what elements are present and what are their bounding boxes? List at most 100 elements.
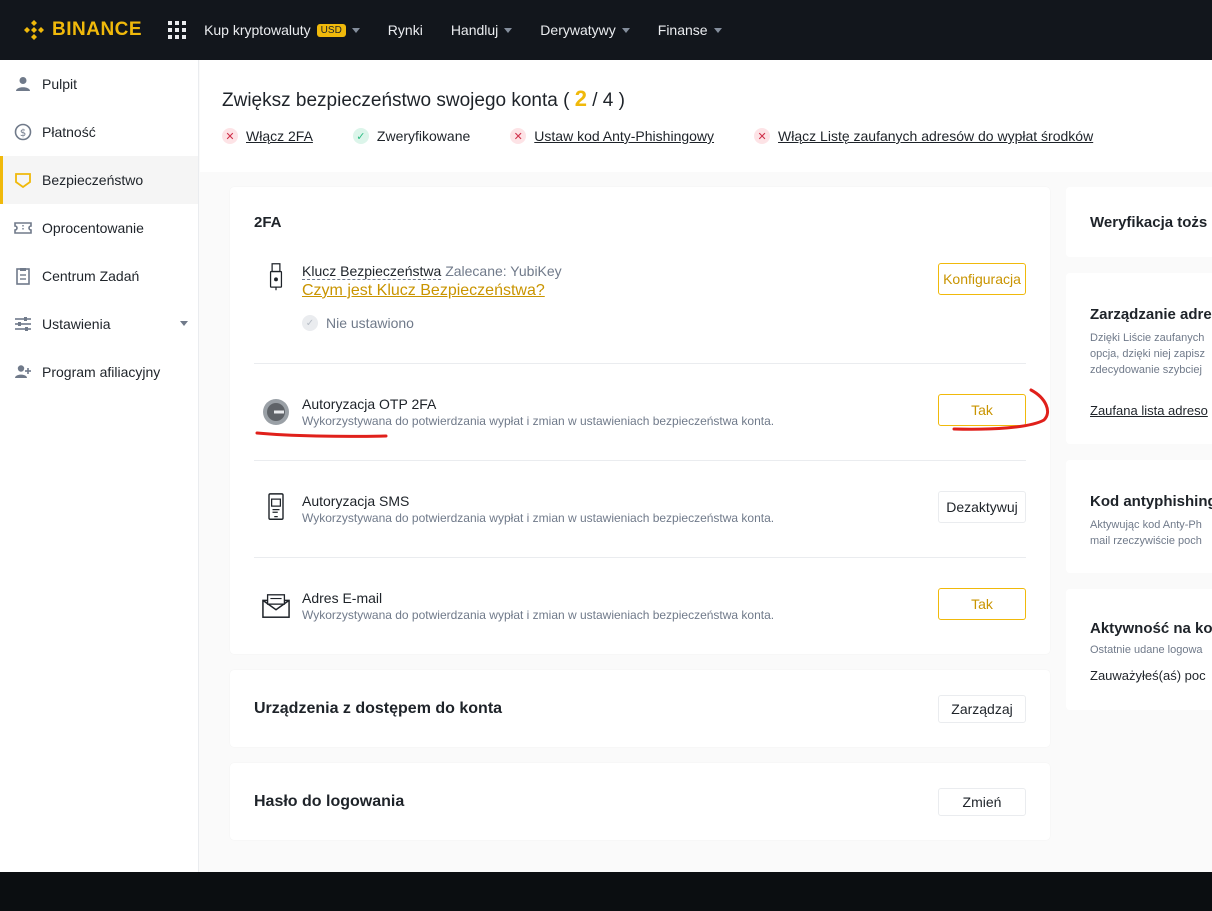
sidebar-item-label: Pulpit — [42, 76, 78, 92]
email-description: Wykorzystywana do potwierdzania wypłat i… — [302, 608, 775, 622]
divider — [254, 557, 1026, 558]
sidebar-item-label: Bezpieczeństwo — [42, 172, 144, 188]
security-key-row: Klucz Bezpieczeństwa Zalecane: YubiKey C… — [254, 261, 1026, 351]
security-key-label: Klucz Bezpieczeństwa — [302, 263, 442, 280]
ticket-icon — [14, 222, 32, 234]
nav-trade[interactable]: Handluj — [450, 22, 513, 38]
what-is-security-key-link[interactable]: Czym jest Klucz Bezpieczeństwa? — [302, 282, 545, 300]
address-desc-3: zdecydowanie szybciej — [1090, 364, 1202, 376]
check-label: Włącz 2FA — [246, 128, 313, 144]
address-management-card: Zarządzanie adre Dzięki Liście zaufanych… — [1066, 273, 1212, 444]
sidebar-item-security[interactable]: Bezpieczeństwo — [0, 156, 198, 204]
check-anti-phishing[interactable]: ✕ Ustaw kod Anty-Phishingowy — [510, 128, 714, 144]
nav-label: Derywatywy — [540, 22, 616, 38]
usd-badge: USD — [316, 23, 346, 37]
check-icon: ✓ — [352, 128, 369, 144]
change-password-button[interactable]: Zmień — [938, 788, 1026, 816]
twofa-title: 2FA — [254, 214, 282, 231]
sidebar-item-task-center[interactable]: Centrum Zadań — [0, 252, 198, 300]
sidebar-item-affiliate[interactable]: Program afiliacyjny — [0, 348, 198, 396]
completed-count: 2 — [574, 86, 587, 111]
sidebar-item-settings[interactable]: Ustawienia — [0, 300, 198, 348]
sidebar: Pulpit $ Płatność Bezpieczeństwo Oprocen… — [0, 60, 199, 872]
main-nav: Kup kryptowaluty USD Rynki Handluj Deryw… — [204, 22, 750, 38]
recommended-text: Zalecane: YubiKey — [445, 263, 562, 279]
user-icon — [16, 77, 30, 91]
binance-logo-icon — [24, 20, 44, 40]
address-title: Zarządzanie adre — [1090, 306, 1212, 323]
check-whitelist[interactable]: ✕ Włącz Listę zaufanych adresów do wypła… — [754, 128, 1093, 144]
nav-label: Rynki — [387, 22, 423, 38]
top-navbar: BINANCE Kup kryptowaluty USD Rynki Handl… — [0, 0, 1212, 60]
activity-note: Zauważyłeś(aś) poc — [1090, 668, 1206, 683]
status-text: Nie ustawiono — [326, 315, 414, 331]
nav-finance[interactable]: Finanse — [658, 22, 722, 38]
nav-label: Handluj — [450, 22, 499, 38]
security-header: Zwiększ bezpieczeństwo swojego konta ( 2… — [200, 60, 1212, 172]
chevron-down-icon — [621, 27, 630, 33]
manage-devices-button[interactable]: Zarządzaj — [938, 695, 1026, 723]
nav-label: Finanse — [657, 22, 708, 38]
password-card: Hasło do logowania Zmień — [230, 763, 1050, 840]
nav-label: Kup kryptowaluty — [204, 22, 311, 38]
sms-description: Wykorzystywana do potwierdzania wypłat i… — [302, 511, 775, 525]
close-icon: ✕ — [222, 128, 238, 144]
email-enable-button[interactable]: Tak — [938, 588, 1026, 620]
email-row: Adres E-mail Wykorzystywana do potwierdz… — [254, 588, 1026, 628]
antiphishing-card: Kod antyphishing Aktywując kod Anty-Ph m… — [1066, 460, 1212, 573]
nav-markets[interactable]: Rynki — [388, 22, 423, 38]
account-activity-card: Aktywność na ko Ostatnie udane logowa Za… — [1066, 589, 1212, 710]
otp-title: Autoryzacja OTP 2FA — [302, 396, 437, 412]
sms-deactivate-button[interactable]: Dezaktywuj — [938, 491, 1026, 523]
twofa-card: 2FA Klucz Bezpieczeństwa Zalecane: YubiK… — [230, 187, 1050, 654]
activity-desc: Ostatnie udane logowa — [1090, 644, 1203, 656]
chevron-down-icon — [713, 27, 722, 33]
close-icon: ✕ — [510, 128, 527, 144]
total-count: / 4 ) — [592, 90, 625, 111]
brand-name: BINANCE — [52, 19, 143, 40]
email-title: Adres E-mail — [302, 590, 383, 606]
otp-2fa-row: Autoryzacja OTP 2FA Wykorzystywana do po… — [254, 394, 1026, 434]
page-title-text: Zwiększ bezpieczeństwo swojego konta ( — [222, 90, 570, 111]
check-label: Ustaw kod Anty-Phishingowy — [534, 128, 715, 144]
shield-icon — [15, 173, 31, 189]
phone-sms-icon — [268, 493, 284, 520]
nav-buy-crypto[interactable]: Kup kryptowaluty USD — [204, 22, 360, 38]
antiphishing-desc-2: mail rzeczywiście poch — [1090, 535, 1202, 547]
sidebar-item-payment[interactable]: $ Płatność — [0, 108, 198, 156]
divider — [254, 460, 1026, 461]
sidebar-item-label: Oprocentowanie — [42, 220, 144, 236]
envelope-icon — [262, 594, 290, 618]
authenticator-icon — [263, 399, 289, 425]
address-desc-1: Dzięki Liście zaufanych — [1090, 332, 1205, 344]
configure-button[interactable]: Konfiguracja — [938, 263, 1026, 295]
footer-bar — [0, 872, 1212, 911]
antiphishing-title: Kod antyphishing — [1090, 493, 1212, 510]
sidebar-item-label: Centrum Zadań — [42, 268, 140, 284]
password-title: Hasło do logowania — [254, 793, 405, 810]
divider — [254, 363, 1026, 364]
chevron-down-icon — [180, 321, 188, 326]
binance-logo[interactable]: BINANCE — [22, 18, 142, 42]
check-label: Włącz Listę zaufanych adresów do wypłat … — [778, 128, 1094, 144]
identity-verification-card[interactable]: Weryfikacja tożs — [1066, 187, 1212, 257]
sidebar-item-interest[interactable]: Oprocentowanie — [0, 204, 198, 252]
add-user-icon — [15, 365, 31, 378]
apps-grid-icon[interactable] — [168, 21, 187, 39]
sms-title: Autoryzacja SMS — [302, 493, 410, 509]
nav-derivatives[interactable]: Derywatywy — [540, 22, 630, 38]
security-key-title: Klucz Bezpieczeństwa Zalecane: YubiKey — [302, 263, 562, 280]
security-checklist: ✕ Włącz 2FA ✓ Zweryfikowane ✕ Ustaw kod … — [222, 128, 1133, 144]
activity-title: Aktywność na ko — [1090, 620, 1212, 637]
sidebar-item-label: Program afiliacyjny — [42, 364, 161, 380]
otp-enable-button[interactable]: Tak — [938, 394, 1026, 426]
dollar-icon: $ — [14, 123, 32, 141]
check-enable-2fa[interactable]: ✕ Włącz 2FA — [222, 128, 313, 144]
devices-title: Urządzenia z dostępem do konta — [254, 700, 503, 717]
otp-description: Wykorzystywana do potwierdzania wypłat i… — [302, 414, 775, 428]
close-icon: ✕ — [754, 128, 771, 144]
whitelist-link[interactable]: Zaufana lista adreso — [1090, 403, 1208, 418]
chevron-down-icon — [504, 27, 513, 33]
antiphishing-desc-1: Aktywując kod Anty-Ph — [1090, 519, 1202, 531]
sidebar-item-dashboard[interactable]: Pulpit — [0, 60, 198, 108]
